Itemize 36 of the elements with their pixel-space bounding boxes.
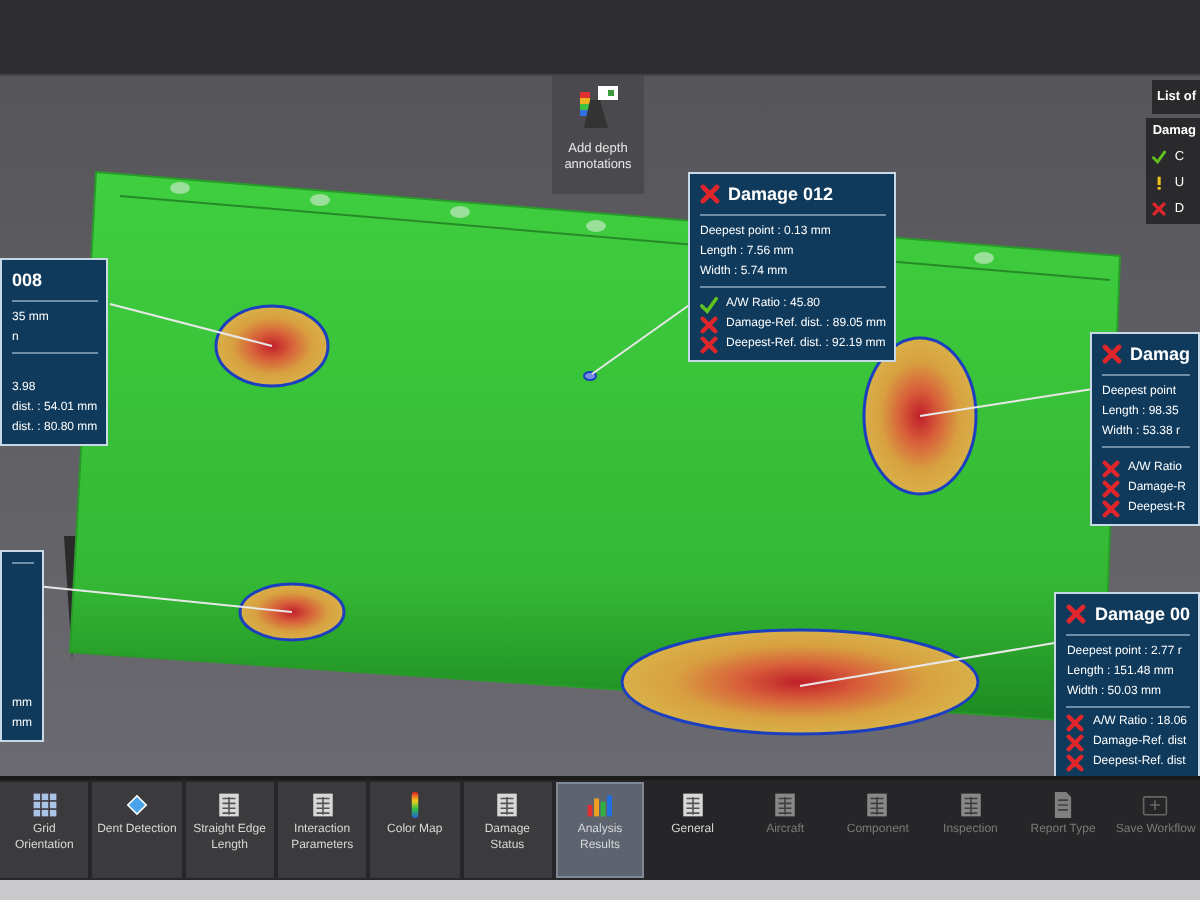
check-icon [1152, 150, 1167, 164]
save-icon [1143, 796, 1168, 816]
chart-icon [588, 795, 613, 817]
cross-icon [1152, 202, 1167, 216]
diamond-icon [126, 794, 148, 816]
table-icon [497, 793, 518, 817]
cross-icon [1066, 753, 1085, 771]
damage-area [214, 304, 330, 388]
table-icon [775, 793, 795, 817]
cross-icon [1101, 499, 1120, 517]
grid-icon [32, 793, 56, 817]
callout-title: 008 [12, 268, 43, 294]
document-icon [1054, 792, 1072, 818]
table-icon [682, 793, 703, 817]
callout-title: Damage 00 [1094, 602, 1190, 628]
check-icon [700, 295, 718, 313]
cross-icon [1066, 733, 1085, 751]
table-icon [868, 793, 888, 817]
color-bar-icon [411, 792, 418, 818]
cross-icon [700, 184, 720, 204]
damage-area [583, 371, 597, 381]
cross-icon [1101, 344, 1122, 364]
warning-icon [1152, 176, 1167, 190]
cross-icon [1066, 713, 1085, 731]
callout-title: Damag [1129, 342, 1190, 368]
color-map-icon [580, 86, 618, 128]
cross-icon [1066, 604, 1087, 624]
cross-icon [700, 315, 718, 333]
damage-area [238, 582, 346, 642]
cross-icon [700, 335, 718, 353]
table-icon [960, 793, 981, 817]
cross-icon [1101, 479, 1120, 497]
cross-icon [1101, 459, 1120, 477]
callout-title: Damage 012 [728, 182, 834, 208]
table-icon [312, 793, 332, 817]
table-icon [219, 793, 240, 817]
